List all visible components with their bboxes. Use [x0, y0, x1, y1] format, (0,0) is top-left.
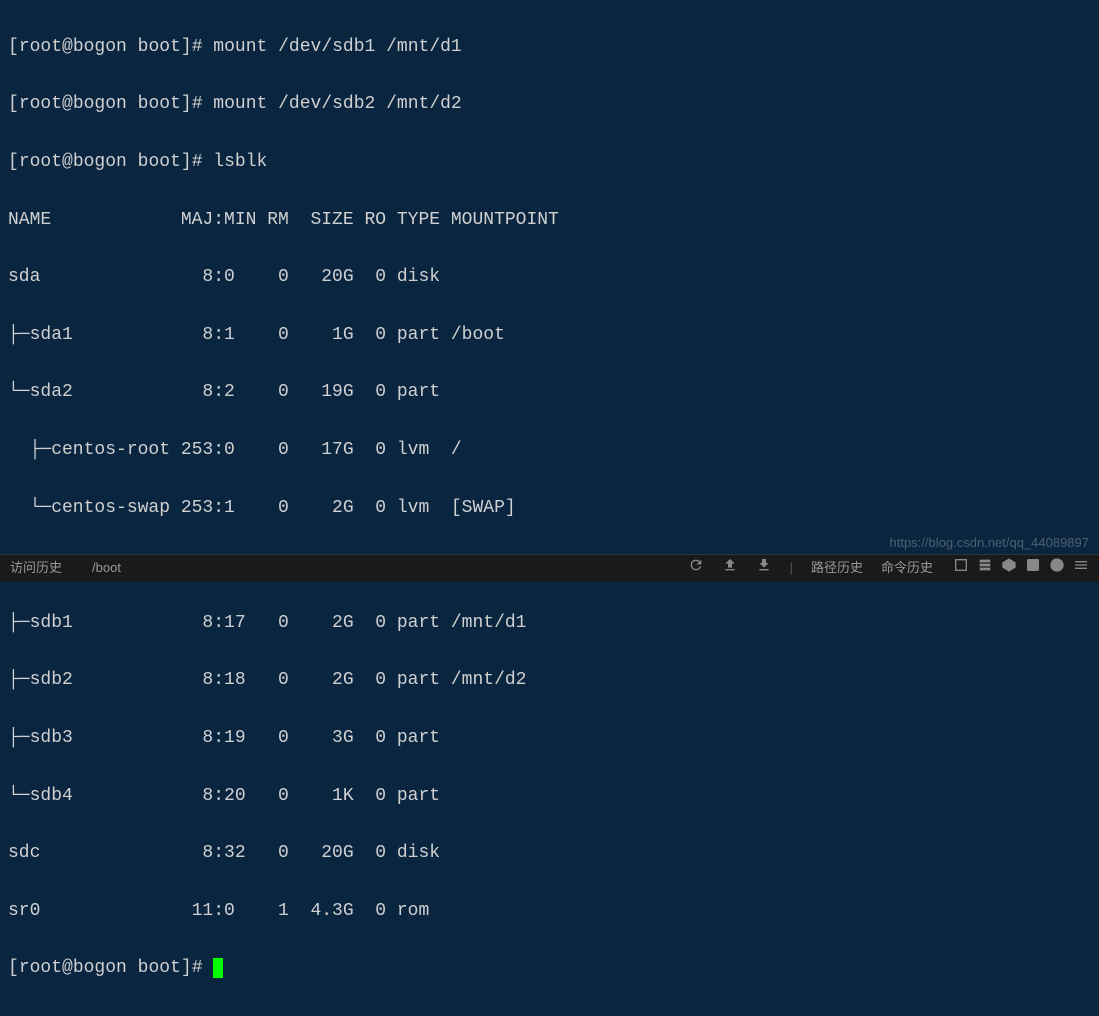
boot-path-label[interactable]: /boot	[92, 558, 121, 579]
tool-icon-6[interactable]	[1073, 557, 1089, 580]
terminal-output[interactable]: [root@bogon boot]# mount /dev/sdb1 /mnt/…	[0, 0, 1099, 1016]
lsblk-row: └─sdb4 8:20 0 1K 0 part	[8, 782, 1091, 811]
lsblk-row: sdc 8:32 0 20G 0 disk	[8, 839, 1091, 868]
prompt-line-2: [root@bogon boot]# mount /dev/sdb2 /mnt/…	[8, 90, 1091, 119]
lsblk-header: NAME MAJ:MIN RM SIZE RO TYPE MOUNTPOINT	[8, 206, 1091, 235]
lsblk-row: sr0 11:0 1 4.3G 0 rom	[8, 897, 1091, 926]
lsblk-row: └─sda2 8:2 0 19G 0 part	[8, 378, 1091, 407]
watermark: https://blog.csdn.net/qq_44089897	[890, 533, 1090, 554]
prompt-line-1: [root@bogon boot]# mount /dev/sdb1 /mnt/…	[8, 33, 1091, 62]
tool-icon-2[interactable]	[977, 557, 993, 580]
lsblk-row: ├─sdb1 8:17 0 2G 0 part /mnt/d1	[8, 609, 1091, 638]
upload-icon[interactable]	[722, 557, 738, 580]
lsblk-row: sda 8:0 0 20G 0 disk	[8, 263, 1091, 292]
refresh-icon[interactable]	[688, 557, 704, 580]
visit-history-label[interactable]: 访问历史	[10, 558, 62, 579]
cursor	[213, 958, 223, 978]
tool-icon-5[interactable]	[1049, 557, 1065, 580]
prompt-line-final: [root@bogon boot]#	[8, 954, 1091, 983]
prompt-line-3: [root@bogon boot]# lsblk	[8, 148, 1091, 177]
tool-icon-1[interactable]	[953, 557, 969, 580]
path-history-label[interactable]: 路径历史	[811, 558, 863, 579]
download-icon[interactable]	[756, 557, 772, 580]
lsblk-row: ├─sdb2 8:18 0 2G 0 part /mnt/d2	[8, 666, 1091, 695]
lsblk-row: └─centos-swap 253:1 0 2G 0 lvm [SWAP]	[8, 494, 1091, 523]
divider: |	[790, 558, 793, 579]
bottom-toolbar: 访问历史 /boot | 路径历史 命令历史	[0, 554, 1099, 582]
command-history-label[interactable]: 命令历史	[881, 558, 933, 579]
tool-icon-4[interactable]	[1025, 557, 1041, 580]
lsblk-row: ├─sdb3 8:19 0 3G 0 part	[8, 724, 1091, 753]
lsblk-row: ├─sda1 8:1 0 1G 0 part /boot	[8, 321, 1091, 350]
tool-icon-3[interactable]	[1001, 557, 1017, 580]
lsblk-row: ├─centos-root 253:0 0 17G 0 lvm /	[8, 436, 1091, 465]
